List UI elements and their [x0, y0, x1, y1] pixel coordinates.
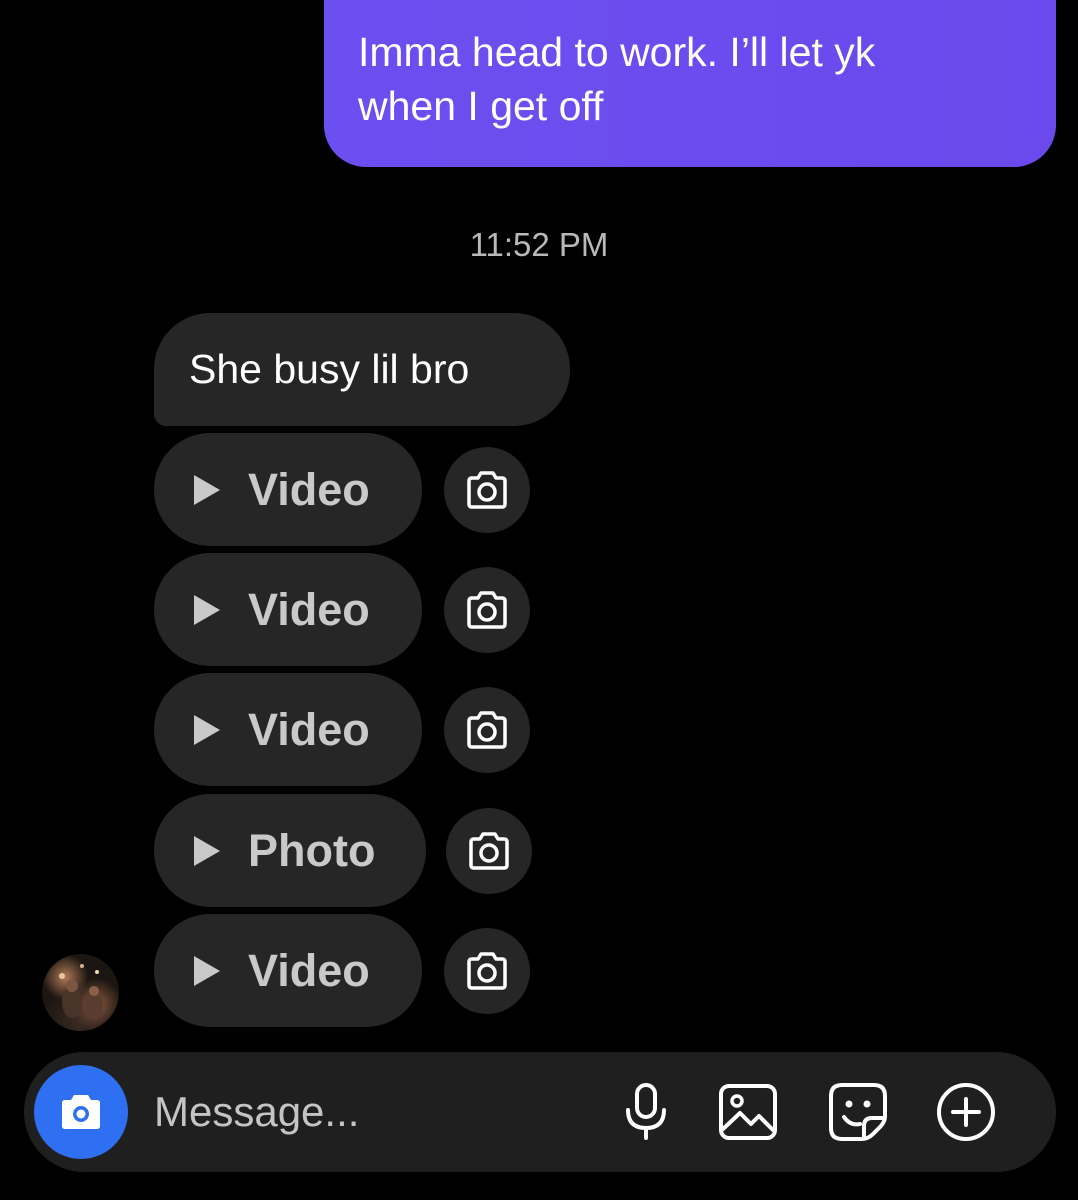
media-message-pill[interactable]: Video [154, 433, 422, 546]
message-composer [24, 1052, 1056, 1172]
message-input[interactable] [154, 1082, 594, 1142]
message-timestamp: 11:52 PM [469, 226, 609, 263]
received-message-bubble[interactable]: She busy lil bro [154, 313, 570, 426]
play-icon [194, 474, 220, 505]
media-label: Video [248, 463, 370, 515]
play-icon [194, 594, 220, 625]
sent-message-line-1: Imma head to work. I’ll let yk [358, 29, 876, 75]
sticker-icon [829, 1083, 887, 1141]
reply-camera-button[interactable] [444, 567, 530, 653]
camera-icon [62, 1095, 100, 1129]
camera-icon [467, 711, 507, 749]
media-message-pill[interactable]: Video [154, 673, 422, 786]
media-label: Video [248, 583, 370, 635]
media-message-pill[interactable]: Video [154, 553, 422, 666]
reply-camera-button[interactable] [444, 928, 530, 1014]
gallery-button[interactable] [714, 1078, 782, 1146]
media-label: Video [248, 944, 370, 996]
play-icon [194, 835, 220, 866]
camera-icon [467, 471, 507, 509]
camera-icon [467, 591, 507, 629]
voice-message-button[interactable] [612, 1078, 680, 1146]
camera-button[interactable] [34, 1065, 128, 1159]
gallery-icon [719, 1084, 777, 1140]
sent-message-line-2: when I get off [358, 83, 604, 129]
camera-icon [469, 832, 509, 870]
camera-icon [467, 952, 507, 990]
microphone-icon [626, 1083, 666, 1140]
reply-camera-button[interactable] [446, 808, 532, 894]
reply-camera-button[interactable] [444, 687, 530, 773]
media-message-pill[interactable]: Video [154, 914, 422, 1027]
more-options-button[interactable] [932, 1078, 1000, 1146]
sender-avatar[interactable] [42, 954, 119, 1031]
avatar-photo [59, 964, 103, 1020]
media-label: Photo [248, 824, 376, 876]
play-icon [194, 955, 220, 986]
sent-message-bubble[interactable]: Imma head to work. I’ll let yk when I ge… [324, 0, 1056, 167]
reply-camera-button[interactable] [444, 447, 530, 533]
add-icon [937, 1083, 995, 1141]
play-icon [194, 714, 220, 745]
media-label: Video [248, 703, 370, 755]
media-message-pill[interactable]: Photo [154, 794, 426, 907]
sticker-button[interactable] [824, 1078, 892, 1146]
